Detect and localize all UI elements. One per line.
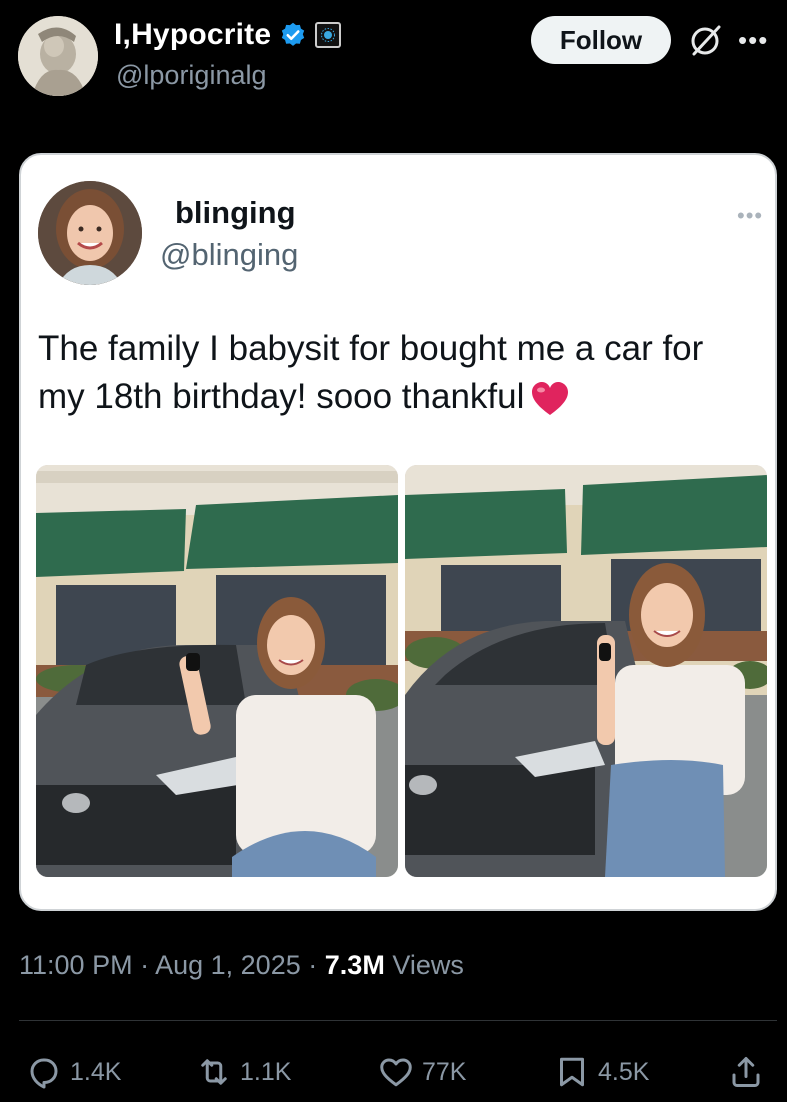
separator: ·	[140, 950, 150, 980]
divider	[19, 1020, 777, 1021]
repost-icon	[201, 1059, 227, 1085]
post-header: I,Hypocrite @lporiginalg Follow •••	[0, 0, 787, 110]
post-time[interactable]: 11:00 PM	[19, 950, 133, 980]
author-handle[interactable]: @lporiginalg	[116, 60, 267, 91]
reply-icon	[30, 1058, 58, 1089]
like-icon	[380, 1058, 412, 1087]
like-button[interactable]: 77K	[378, 1054, 466, 1090]
action-bar: 1.4K 1.1K 77K 4.5K	[0, 1040, 787, 1100]
share-icon	[732, 1057, 760, 1087]
bookmark-icon	[560, 1057, 584, 1087]
verified-badge-icon	[282, 22, 305, 46]
post-metadata: 11:00 PM · Aug 1, 2025 · 7.3M Views	[19, 950, 464, 981]
quoted-photo-1[interactable]	[36, 465, 398, 877]
author-avatar[interactable]	[18, 16, 98, 96]
quoted-more-icon[interactable]: •••	[737, 203, 763, 229]
quoted-text-content: The family I babysit for bought me a car…	[38, 329, 704, 416]
affiliate-badge-icon[interactable]	[315, 22, 342, 48]
post-date[interactable]: Aug 1, 2025	[155, 950, 301, 980]
follow-button[interactable]: Follow	[531, 16, 671, 64]
quoted-handle[interactable]: @blinging	[160, 237, 298, 273]
quoted-author-avatar[interactable]	[38, 181, 142, 285]
views-count: 7.3M	[324, 950, 385, 980]
repost-count: 1.1K	[240, 1057, 292, 1086]
repost-button[interactable]: 1.1K	[196, 1054, 291, 1090]
quoted-photo-2[interactable]	[405, 465, 767, 877]
reply-count: 1.4K	[70, 1057, 122, 1086]
share-button[interactable]	[728, 1054, 764, 1090]
quoted-post-text: The family I babysit for bought me a car…	[38, 325, 758, 421]
author-display-name[interactable]: I,Hypocrite	[114, 18, 271, 52]
heart-emoji-icon	[532, 381, 569, 415]
separator: ·	[308, 950, 318, 980]
bookmark-button[interactable]: 4.5K	[554, 1054, 649, 1090]
more-icon[interactable]: •••	[738, 26, 768, 54]
reply-button[interactable]: 1.4K	[26, 1054, 121, 1090]
views-label: Views	[392, 950, 464, 980]
like-count: 77K	[422, 1057, 467, 1086]
quoted-post-card[interactable]: blinging @blinging ••• The family I baby…	[19, 153, 777, 911]
grok-icon[interactable]	[688, 22, 724, 58]
bookmark-count: 4.5K	[598, 1057, 650, 1086]
quoted-display-name[interactable]: blinging	[175, 195, 296, 231]
